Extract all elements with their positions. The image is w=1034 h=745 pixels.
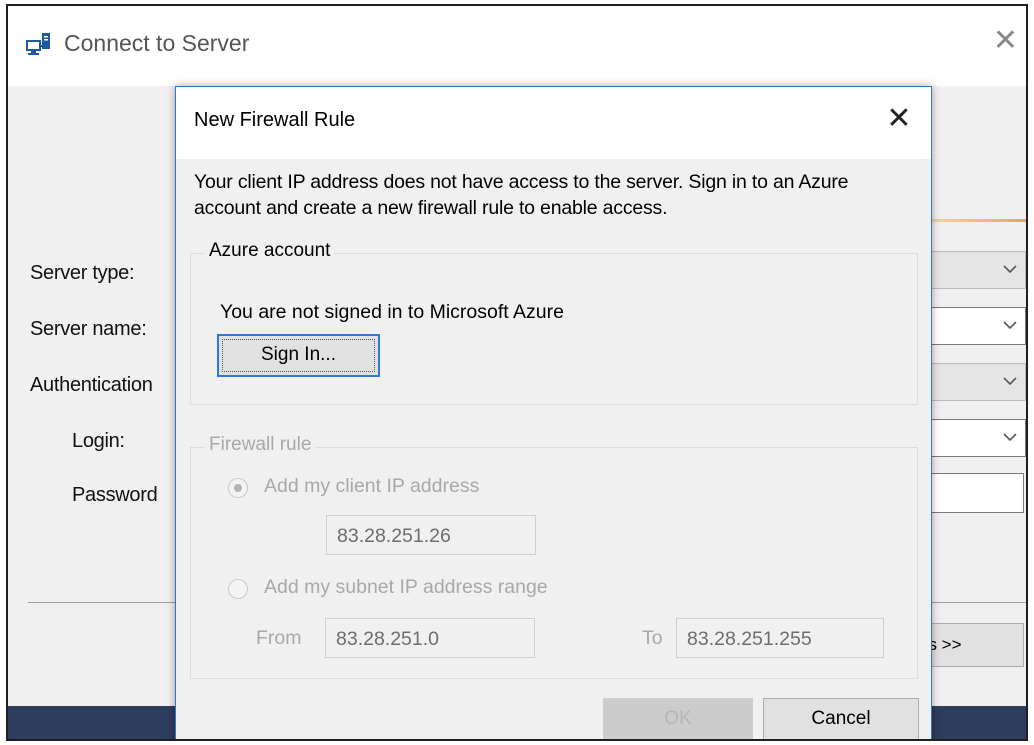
chevron-down-icon bbox=[1003, 377, 1017, 386]
radio-selected-dot bbox=[234, 484, 242, 492]
password-label: Password bbox=[72, 484, 158, 506]
chevron-down-icon bbox=[1003, 433, 1017, 442]
authentication-label: Authentication bbox=[30, 374, 153, 396]
divider bbox=[918, 602, 1026, 603]
azure-account-legend: Azure account bbox=[205, 240, 335, 262]
connect-window-titlebar: Connect to Server ✕ bbox=[8, 6, 1026, 86]
radio-subnet[interactable] bbox=[228, 579, 248, 599]
close-icon[interactable]: ✕ bbox=[879, 99, 919, 139]
from-label: From bbox=[256, 627, 302, 649]
close-icon[interactable]: ✕ bbox=[993, 26, 1018, 56]
subnet-from-field[interactable]: 83.28.251.0 bbox=[325, 618, 535, 658]
radio-client-ip-label: Add my client IP address bbox=[264, 475, 480, 497]
chevron-down-icon bbox=[1003, 321, 1017, 330]
ok-button[interactable]: OK bbox=[603, 698, 753, 739]
server-connect-icon bbox=[26, 33, 50, 55]
cancel-button[interactable]: Cancel bbox=[763, 698, 919, 739]
azure-account-group: Azure account bbox=[190, 240, 918, 405]
radio-client-ip[interactable] bbox=[228, 478, 248, 498]
dialog-message: Your client IP address does not have acc… bbox=[194, 171, 849, 219]
screenshot-frame: Connect to Server ✕ Server type: Server … bbox=[6, 4, 1028, 741]
to-label: To bbox=[642, 627, 663, 649]
server-name-label: Server name: bbox=[30, 318, 147, 340]
subnet-to-field[interactable]: 83.28.251.255 bbox=[676, 618, 884, 658]
focus-rectangle bbox=[222, 339, 375, 372]
connect-window-title: Connect to Server bbox=[64, 30, 250, 56]
dialog-title: New Firewall Rule bbox=[194, 109, 356, 131]
azure-sign-in-status: You are not signed in to Microsoft Azure bbox=[220, 301, 564, 323]
firewall-rule-legend: Firewall rule bbox=[205, 434, 316, 456]
login-label: Login: bbox=[72, 430, 125, 452]
new-firewall-rule-dialog: New Firewall Rule ✕ Your client IP addre… bbox=[175, 86, 932, 739]
divider bbox=[28, 602, 178, 603]
chevron-down-icon bbox=[1003, 265, 1017, 274]
server-type-label: Server type: bbox=[30, 262, 135, 284]
dialog-titlebar: New Firewall Rule ✕ bbox=[176, 87, 931, 159]
client-ip-field[interactable]: 83.28.251.26 bbox=[326, 515, 536, 555]
radio-subnet-label: Add my subnet IP address range bbox=[264, 576, 548, 598]
sign-in-button[interactable]: Sign In... bbox=[217, 334, 380, 377]
